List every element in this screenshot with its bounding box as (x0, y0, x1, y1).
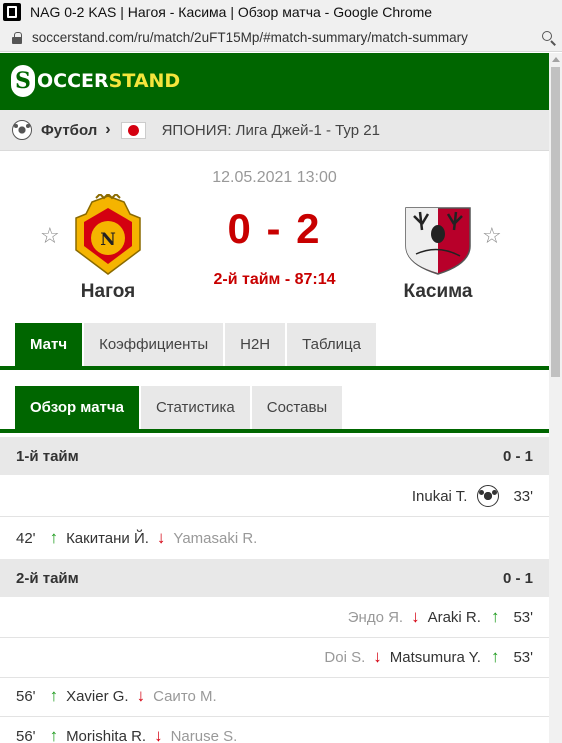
sub-out-arrow-icon: ↓ (373, 647, 382, 666)
incident-minute: 53' (513, 608, 533, 626)
period-label: 2-й тайм (16, 569, 79, 587)
breadcrumb-league[interactable]: ЯПОНИЯ: Лига Джей-1 - Тур 21 (162, 122, 380, 139)
incident-row: Эндо Я. ↓ Araki R. ↑ 53' (0, 597, 549, 637)
lock-icon[interactable] (12, 31, 22, 44)
tab-match[interactable]: Матч (15, 323, 85, 366)
zoom-search-icon[interactable] (542, 31, 556, 45)
sub-out-arrow-icon: ↓ (136, 686, 146, 705)
away-team-logo[interactable] (402, 194, 474, 276)
incident-minute: 42' (16, 529, 36, 547)
incident-minute: 56' (16, 727, 36, 743)
period-header-2: 2-й тайм 0 - 1 (0, 559, 549, 597)
logo-text: OCCERSTAND (37, 70, 181, 92)
period-label: 1-й тайм (16, 447, 79, 465)
match-tabs: Матч Коэффициенты H2H Таблица (15, 323, 378, 366)
player-in[interactable]: Araki R. (428, 609, 481, 626)
address-bar[interactable]: soccerstand.com/ru/match/2uFT15Mp/#match… (0, 24, 562, 52)
window-title: NAG 0-2 KAS | Нагоя - Касима | Обзор мат… (30, 4, 433, 20)
tab-statistics[interactable]: Статистика (140, 386, 252, 429)
scroll-up-arrow-icon[interactable] (552, 57, 560, 62)
tab-h2h[interactable]: H2H (225, 323, 288, 366)
breadcrumb-chevron-icon: › (105, 121, 111, 138)
tab-match-summary[interactable]: Обзор матча (15, 386, 141, 429)
page-scrollbar[interactable] (549, 53, 562, 743)
tab-lineups[interactable]: Составы (251, 386, 345, 429)
incident-row: Inukai T. 33' (0, 476, 549, 516)
match-date: 12.05.2021 13:00 (212, 169, 337, 186)
player-out[interactable]: Doi S. (324, 649, 365, 666)
site-logo[interactable]: S OCCERSTAND (11, 65, 180, 97)
period-header-1: 1-й тайм 0 - 1 (0, 437, 549, 475)
site-header: S OCCERSTAND (0, 53, 549, 110)
incident-row: 56' ↑ Xavier G. ↓ Саито М. (0, 676, 549, 716)
app-icon (3, 3, 21, 21)
sub-in-arrow-icon: ↑ (49, 528, 59, 547)
player-in[interactable]: Matsumura Y. (390, 649, 481, 666)
period-score: 0 - 1 (502, 447, 533, 465)
tab-odds[interactable]: Коэффициенты (84, 323, 226, 366)
breadcrumb: Футбол › ЯПОНИЯ: Лига Джей-1 - Тур 21 (0, 110, 549, 151)
subtabs-underline (0, 429, 549, 433)
soccer-ball-icon (12, 120, 32, 140)
goal-scorer[interactable]: Inukai T. (412, 488, 468, 505)
tab-standings[interactable]: Таблица (287, 323, 378, 366)
tabs-underline (0, 366, 549, 370)
away-team[interactable]: Касима (378, 194, 498, 303)
player-out[interactable]: Эндо Я. (348, 609, 403, 626)
sub-in-arrow-icon: ↑ (49, 726, 59, 743)
player-out[interactable]: Yamasaki R. (173, 530, 257, 547)
incident-row: Doi S. ↓ Matsumura Y. ↑ 53' (0, 637, 549, 677)
row-divider (0, 516, 549, 517)
period-score: 0 - 1 (502, 569, 533, 587)
sub-out-arrow-icon: ↓ (154, 726, 163, 743)
page-content: S OCCERSTAND Футбол › ЯПОНИЯ: Лига Джей-… (0, 53, 549, 743)
url-text[interactable]: soccerstand.com/ru/match/2uFT15Mp/#match… (32, 30, 468, 45)
incident-minute: 33' (513, 487, 533, 505)
window-titlebar: NAG 0-2 KAS | Нагоя - Касима | Обзор мат… (0, 0, 562, 24)
player-in[interactable]: Какитани Й. (66, 530, 149, 547)
japan-flag-icon (120, 121, 146, 139)
player-out[interactable]: Naruse S. (171, 728, 238, 743)
incident-row: 42' ↑ Какитани Й. ↓ Yamasaki R. (0, 518, 549, 558)
player-in[interactable]: Morishita R. (66, 728, 146, 743)
player-in[interactable]: Xavier G. (66, 688, 129, 705)
player-out[interactable]: Саито М. (153, 688, 217, 705)
goal-ball-icon (477, 485, 500, 507)
sub-in-arrow-icon: ↑ (490, 647, 500, 666)
summary-tabs: Обзор матча Статистика Составы (15, 386, 345, 429)
sub-out-arrow-icon: ↓ (156, 528, 166, 547)
sub-in-arrow-icon: ↑ (49, 686, 59, 705)
logo-badge: S (11, 65, 35, 97)
away-team-name[interactable]: Касима (378, 281, 498, 303)
sub-out-arrow-icon: ↓ (411, 607, 420, 626)
breadcrumb-sport[interactable]: Футбол (41, 122, 97, 139)
sub-in-arrow-icon: ↑ (490, 607, 500, 626)
scroll-thumb[interactable] (551, 67, 560, 377)
incident-minute: 56' (16, 687, 36, 705)
incident-minute: 53' (513, 648, 533, 666)
incident-row: 56' ↑ Morishita R. ↓ Naruse S. (0, 716, 549, 743)
